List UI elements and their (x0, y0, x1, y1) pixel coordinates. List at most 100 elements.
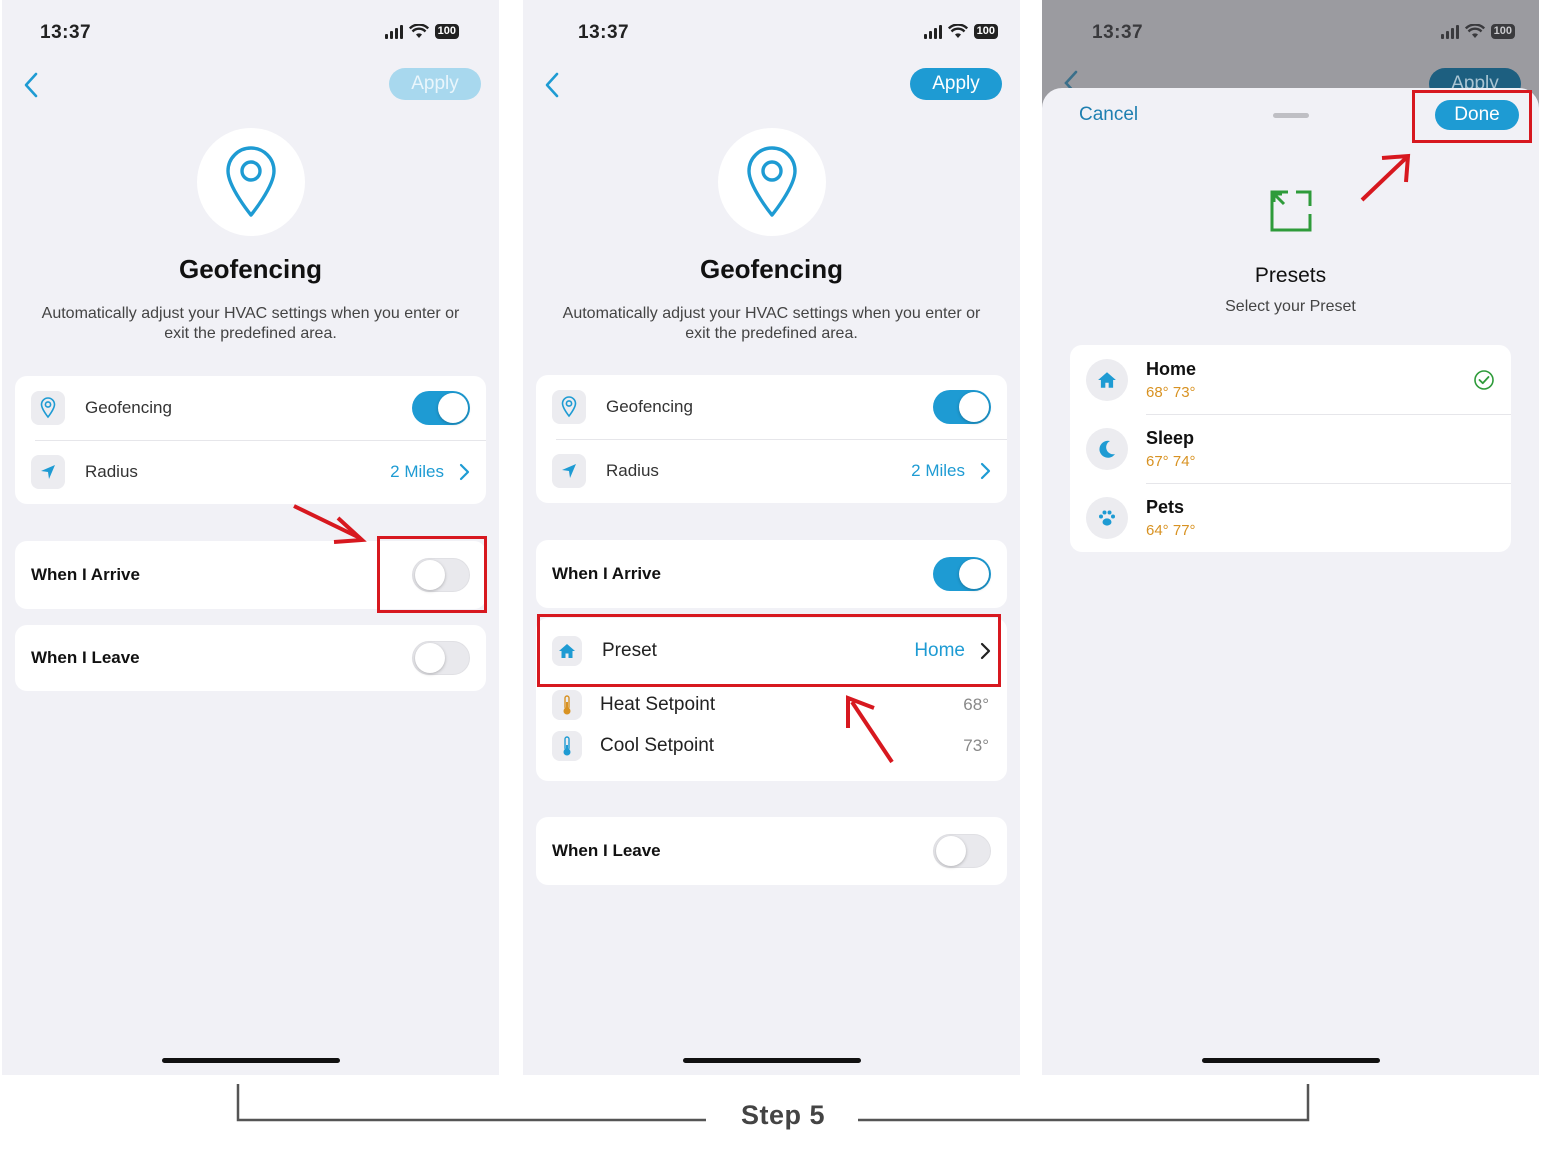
status-time: 13:37 (578, 22, 630, 43)
geofencing-row: Geofencing (15, 376, 486, 440)
check-circle-icon (1474, 370, 1494, 390)
apply-button[interactable]: Apply (389, 68, 481, 100)
heat-setpoint-label: Heat Setpoint (600, 693, 716, 715)
presets-sheet: Cancel Done Presets Select your Preset H… (1042, 88, 1539, 1075)
preset-item-sleep[interactable]: Sleep 67° 74° (1070, 414, 1511, 483)
geofence-hero-badge (196, 128, 305, 236)
arrive-label: When I Arrive (552, 564, 661, 583)
geofencing-label: Geofencing (85, 398, 172, 417)
navigation-arrow-icon (552, 454, 586, 488)
battery-icon: 100 (434, 24, 459, 39)
annotation-box-arrive-toggle (377, 536, 487, 613)
home-indicator (682, 1058, 861, 1063)
heat-setpoint-row: Heat Setpoint 68° (536, 684, 1007, 725)
leave-toggle[interactable] (412, 641, 470, 675)
leave-label: When I Leave (552, 841, 661, 860)
location-pin-icon (746, 146, 797, 217)
page-title: Geofencing (178, 254, 322, 284)
preset-name: Home (1146, 358, 1197, 379)
leave-card: When I Leave (536, 817, 1007, 885)
annotation-arrow-icon (293, 504, 367, 544)
location-pin-icon (552, 390, 586, 424)
signal-icon (1440, 24, 1459, 39)
radius-value: 2 Miles (911, 461, 965, 480)
status-bar: 13:37 100 (1042, 18, 1539, 48)
arrive-toggle[interactable] (933, 557, 991, 591)
apply-button[interactable]: Apply (910, 68, 1002, 100)
cancel-button[interactable]: Cancel (1079, 104, 1138, 126)
leave-row: When I Leave (536, 817, 1007, 885)
page-description: Automatically adjust your HVAC settings … (562, 305, 981, 342)
geofence-settings-card: Geofencing Radius 2 Miles (536, 375, 1007, 503)
moon-icon (1086, 427, 1128, 470)
leave-label: When I Leave (31, 648, 140, 667)
preset-item-pets[interactable]: Pets 64° 77° (1070, 483, 1511, 552)
battery-icon: 100 (1490, 24, 1515, 39)
back-chevron-icon[interactable] (20, 70, 44, 100)
page-description: Automatically adjust your HVAC settings … (41, 305, 460, 342)
phone-screen-3: 13:37 100 Apply Cancel Done Presets Sele… (1042, 0, 1539, 1075)
arrive-label: When I Arrive (31, 565, 140, 584)
radius-row[interactable]: Radius 2 Miles (15, 440, 486, 504)
status-time: 13:37 (40, 22, 92, 43)
wifi-icon (408, 24, 429, 39)
status-bar: 13:37 100 (2, 18, 499, 48)
presets-subtitle: Select your Preset (1225, 298, 1356, 315)
thermometer-warm-icon (552, 689, 582, 720)
sheet-grabber[interactable] (1272, 113, 1309, 118)
radius-label: Radius (606, 461, 659, 480)
location-pin-icon (225, 146, 276, 217)
tutorial-canvas: 13:37 100 Apply Geofencing Automatically… (0, 0, 1566, 1165)
thermometer-cool-icon (552, 731, 582, 761)
page-title: Geofencing (699, 254, 843, 284)
preset-name: Sleep (1146, 427, 1195, 448)
presets-expand-icon (1270, 190, 1311, 232)
home-icon (1086, 358, 1128, 401)
chevron-right-icon (459, 463, 470, 481)
wifi-icon (947, 24, 968, 39)
geofencing-label: Geofencing (606, 397, 693, 416)
paw-icon (1086, 496, 1128, 539)
cool-setpoint-label: Cool Setpoint (600, 735, 715, 756)
cool-setpoint-row: Cool Setpoint 73° (536, 725, 1007, 767)
signal-icon (384, 24, 403, 39)
annotation-arrow-icon (1360, 153, 1411, 202)
status-bar: 13:37 100 (523, 18, 1020, 48)
preset-temps: 68° 73° (1146, 383, 1196, 401)
preset-name: Pets (1146, 496, 1185, 517)
cool-setpoint-value: 73° (963, 736, 989, 755)
geofence-settings-card: Geofencing Radius 2 Miles (15, 376, 486, 504)
home-indicator (161, 1058, 340, 1063)
battery-icon: 100 (973, 24, 998, 39)
leave-toggle[interactable] (933, 834, 991, 868)
annotation-box-preset-row (537, 614, 1001, 687)
preset-temps: 67° 74° (1146, 452, 1196, 470)
radius-label: Radius (85, 462, 138, 481)
location-pin-icon (31, 391, 65, 425)
leave-row: When I Leave (15, 625, 486, 691)
presets-title: Presets (1254, 264, 1327, 287)
back-chevron-icon[interactable] (541, 70, 565, 100)
geofence-hero-badge (717, 128, 826, 236)
arrive-card: When I Arrive (536, 540, 1007, 608)
preset-temps: 64° 77° (1146, 521, 1196, 539)
phone-screen-2: 13:37 100 Apply Geofencing Automatically… (523, 0, 1020, 1075)
navigation-arrow-icon (31, 455, 65, 489)
chevron-right-icon (980, 462, 991, 480)
home-indicator (1201, 1058, 1380, 1063)
heat-setpoint-value: 68° (963, 694, 989, 714)
radius-row[interactable]: Radius 2 Miles (536, 439, 1007, 503)
step-caption: Step 5 (740, 1100, 826, 1130)
status-time: 13:37 (1092, 22, 1144, 43)
preset-list: Home 68° 73° Sleep 67° 74° Pets 64° 77° (1070, 345, 1511, 552)
radius-value: 2 Miles (390, 462, 444, 481)
geofencing-toggle[interactable] (412, 391, 470, 425)
arrive-row: When I Arrive (536, 540, 1007, 608)
leave-card: When I Leave (15, 625, 486, 691)
annotation-arrow-icon (846, 695, 894, 764)
geofencing-row: Geofencing (536, 375, 1007, 439)
wifi-icon (1464, 24, 1485, 39)
preset-item-home[interactable]: Home 68° 73° (1070, 345, 1511, 414)
signal-icon (923, 24, 942, 39)
geofencing-toggle[interactable] (933, 390, 991, 424)
